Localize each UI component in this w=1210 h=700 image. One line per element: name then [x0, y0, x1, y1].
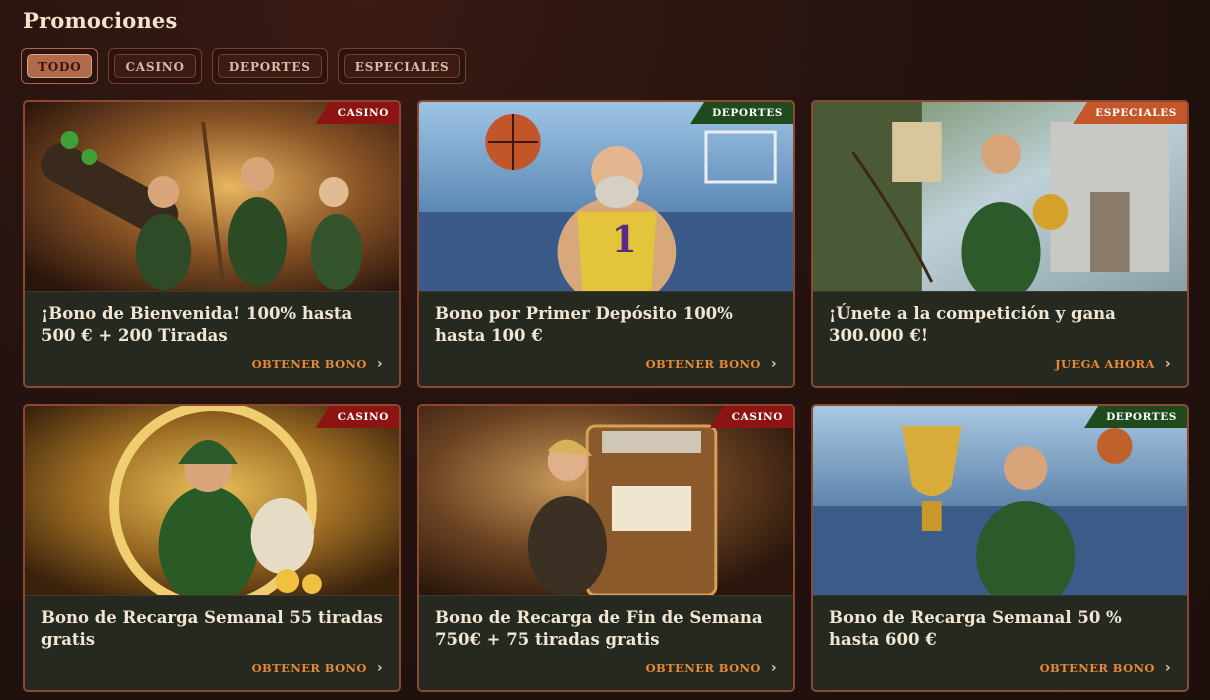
promo-image: 1 [419, 102, 793, 291]
chevron-right-icon: › [770, 356, 777, 372]
category-tag: CASINO [315, 102, 399, 124]
page-title: Promociones [23, 8, 178, 33]
filter-deportes[interactable]: DEPORTES [211, 48, 328, 84]
promo-title: Bono de Recarga Semanal 50 % hasta 600 € [829, 608, 1122, 649]
promo-image [25, 102, 399, 291]
cta-label: JUEGA AHORA [1055, 357, 1155, 371]
promo-image [813, 102, 1187, 291]
promo-image [813, 406, 1187, 595]
promo-cta-button[interactable]: OBTENER BONO › [252, 356, 383, 372]
filter-label: DEPORTES [217, 54, 322, 78]
chevron-right-icon: › [1164, 356, 1171, 372]
cta-label: OBTENER BONO [645, 357, 761, 371]
promo-cta-button[interactable]: OBTENER BONO › [252, 660, 383, 676]
cta-label: OBTENER BONO [251, 661, 367, 675]
filter-label: ESPECIALES [343, 54, 461, 78]
promo-card[interactable]: CASINO ¡Bono de Bienvenida! 100% hasta 5… [23, 100, 401, 388]
cta-label: OBTENER BONO [645, 661, 761, 675]
category-tag: CASINO [709, 406, 793, 428]
promo-card[interactable]: 1 DEPORTES Bono por Primer Depósito 100%… [417, 100, 795, 388]
promo-title: Bono de Recarga Semanal 55 tiradas grati… [41, 608, 383, 649]
promo-cta-button[interactable]: JUEGA AHORA › [1055, 356, 1171, 372]
promo-title: Bono de Recarga de Fin de Semana 750€ + … [435, 608, 763, 649]
category-tag: DEPORTES [1084, 406, 1187, 428]
filter-casino[interactable]: CASINO [108, 48, 202, 84]
svg-text:1: 1 [612, 219, 637, 261]
chevron-right-icon: › [1164, 660, 1171, 676]
promo-image [419, 406, 793, 595]
filter-especiales[interactable]: ESPECIALES [337, 48, 467, 84]
filter-label: TODO [27, 54, 93, 78]
promo-image [25, 406, 399, 595]
cta-label: OBTENER BONO [1039, 661, 1155, 675]
promo-title: ¡Únete a la competición y gana 300.000 €… [829, 304, 1116, 345]
promo-card[interactable]: CASINO Bono de Recarga de Fin de Semana … [417, 404, 795, 692]
chevron-right-icon: › [770, 660, 777, 676]
category-tag: DEPORTES [690, 102, 793, 124]
category-tag: ESPECIALES [1073, 102, 1187, 124]
promo-cta-button[interactable]: OBTENER BONO › [1040, 660, 1171, 676]
promo-card[interactable]: ESPECIALES ¡Únete a la competición y gan… [811, 100, 1189, 388]
promo-cta-button[interactable]: OBTENER BONO › [646, 356, 777, 372]
filter-label: CASINO [114, 54, 196, 78]
cta-label: OBTENER BONO [251, 357, 367, 371]
filter-todo[interactable]: TODO [21, 48, 99, 84]
promo-card[interactable]: DEPORTES Bono de Recarga Semanal 50 % ha… [811, 404, 1189, 692]
promo-card[interactable]: CASINO Bono de Recarga Semanal 55 tirada… [23, 404, 401, 692]
promo-cta-button[interactable]: OBTENER BONO › [646, 660, 777, 676]
category-tag: CASINO [315, 406, 399, 428]
chevron-right-icon: › [376, 660, 383, 676]
promo-title: ¡Bono de Bienvenida! 100% hasta 500 € + … [41, 304, 353, 345]
chevron-right-icon: › [376, 356, 383, 372]
promo-title: Bono por Primer Depósito 100% hasta 100 … [435, 304, 733, 345]
filter-bar: TODO CASINO DEPORTES ESPECIALES [21, 48, 467, 84]
